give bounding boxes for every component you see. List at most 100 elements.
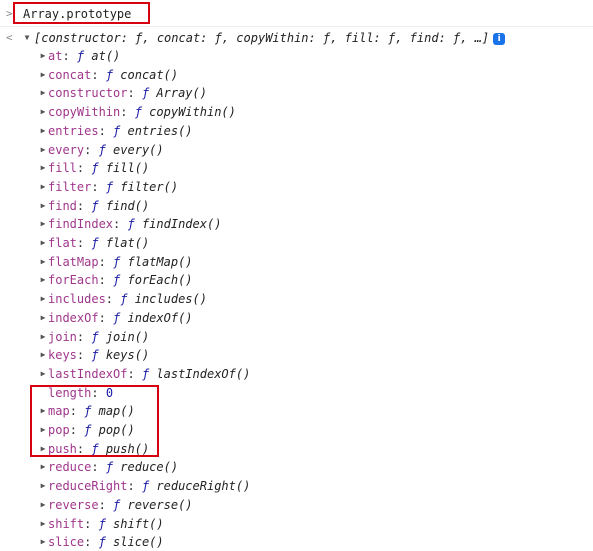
property-row-constructor[interactable]: ▶ constructor: ƒ Array() — [38, 84, 207, 102]
property-value: Array() — [156, 86, 207, 101]
property-row-entries[interactable]: ▶ entries: ƒ entries() — [38, 122, 193, 140]
function-symbol: ƒ — [91, 236, 99, 250]
property-row-foreach[interactable]: ▶ forEach: ƒ forEach() — [38, 271, 193, 289]
property-key: lastIndexOf — [48, 366, 128, 381]
property-row-flatmap[interactable]: ▶ flatMap: ƒ flatMap() — [38, 253, 193, 271]
collapsed-triangle-icon[interactable]: ▶ — [38, 66, 48, 84]
property-colon: : — [76, 348, 92, 363]
collapsed-triangle-icon[interactable]: ▶ — [38, 234, 48, 252]
property-row-flat[interactable]: ▶ flat: ƒ flat() — [38, 234, 150, 252]
property-row-find[interactable]: ▶ find: ƒ find() — [38, 197, 150, 215]
collapsed-triangle-icon[interactable]: ▶ — [38, 178, 48, 196]
expanded-triangle-icon[interactable]: ▼ — [22, 29, 32, 47]
property-value: reduceRight() — [156, 479, 251, 494]
property-key: includes — [48, 292, 106, 307]
property-key: indexOf — [48, 310, 99, 325]
collapsed-triangle-icon[interactable]: ▶ — [38, 159, 48, 177]
property-key: at — [48, 49, 63, 63]
info-icon[interactable]: i — [493, 32, 506, 45]
property-value: concat() — [120, 67, 179, 82]
property-key: forEach — [48, 273, 99, 288]
collapsed-triangle-icon[interactable]: ▶ — [38, 365, 48, 383]
property-value: flat() — [105, 236, 150, 250]
collapsed-triangle-icon[interactable]: ▶ — [38, 103, 48, 121]
property-value: reduce() — [120, 460, 179, 475]
function-symbol: ƒ — [98, 516, 106, 531]
property-row-slice[interactable]: ▶ slice: ƒ slice() — [38, 533, 164, 551]
property-colon: : — [91, 67, 106, 82]
collapsed-triangle-icon[interactable]: ▶ — [38, 346, 48, 364]
property-row-reduceright[interactable]: ▶ reduceRight: ƒ reduceRight() — [38, 477, 251, 495]
property-key: join — [48, 329, 77, 344]
property-colon: : — [76, 236, 92, 250]
property-row-reduce[interactable]: ▶ reduce: ƒ reduce() — [38, 458, 179, 476]
property-value: findIndex() — [141, 217, 222, 232]
property-row-filter[interactable]: ▶ filter: ƒ filter() — [38, 178, 179, 196]
property-row-indexof[interactable]: ▶ indexOf: ƒ indexOf() — [38, 309, 193, 327]
result-arrow-icon: < — [6, 31, 13, 44]
property-colon: : — [76, 329, 92, 344]
function-symbol: ƒ — [113, 310, 121, 325]
property-value: forEach() — [127, 273, 193, 288]
property-value: every() — [113, 142, 164, 157]
highlight-box-properties — [30, 385, 159, 457]
property-value: entries() — [127, 123, 193, 138]
collapsed-triangle-icon[interactable]: ▶ — [38, 496, 48, 514]
property-value: join() — [105, 329, 150, 344]
property-key: reduceRight — [48, 479, 128, 494]
collapsed-triangle-icon[interactable]: ▶ — [38, 328, 48, 346]
property-colon: : — [91, 179, 106, 194]
collapsed-triangle-icon[interactable]: ▶ — [38, 458, 48, 476]
function-symbol: ƒ — [113, 497, 121, 512]
property-key: flatMap — [48, 254, 99, 269]
collapsed-triangle-icon[interactable]: ▶ — [38, 533, 48, 551]
property-colon: : — [127, 479, 142, 494]
collapsed-triangle-icon[interactable]: ▶ — [38, 141, 48, 159]
function-symbol: ƒ — [105, 179, 114, 194]
collapsed-triangle-icon[interactable]: ▶ — [38, 253, 48, 271]
property-key: entries — [48, 123, 99, 138]
collapsed-triangle-icon[interactable]: ▶ — [38, 271, 48, 289]
property-row-every[interactable]: ▶ every: ƒ every() — [38, 141, 164, 159]
function-symbol: ƒ — [113, 123, 121, 138]
function-symbol: ƒ — [91, 348, 99, 363]
property-colon: : — [98, 497, 114, 512]
collapsed-triangle-icon[interactable]: ▶ — [38, 84, 48, 102]
property-key: keys — [48, 348, 77, 363]
collapsed-triangle-icon[interactable]: ▶ — [38, 215, 48, 233]
property-row-keys[interactable]: ▶ keys: ƒ keys() — [38, 346, 150, 364]
collapsed-triangle-icon[interactable]: ▶ — [38, 477, 48, 495]
property-row-reverse[interactable]: ▶ reverse: ƒ reverse() — [38, 496, 193, 514]
property-colon: : — [84, 516, 99, 531]
collapsed-triangle-icon[interactable]: ▶ — [38, 515, 48, 533]
property-key: shift — [48, 516, 85, 531]
function-symbol: ƒ — [91, 198, 99, 213]
property-key: copyWithin — [48, 105, 121, 120]
property-row-copywithin[interactable]: ▶ copyWithin: ƒ copyWithin() — [38, 103, 236, 121]
function-symbol: ƒ — [76, 49, 85, 63]
property-value: flatMap() — [127, 254, 193, 269]
property-colon: : — [84, 535, 99, 550]
collapsed-triangle-icon[interactable]: ▶ — [38, 309, 48, 327]
property-value: at() — [91, 49, 121, 63]
property-colon: : — [98, 273, 114, 288]
collapsed-triangle-icon[interactable]: ▶ — [38, 47, 48, 65]
property-value: keys() — [105, 348, 150, 363]
property-row-lastindexof[interactable]: ▶ lastIndexOf: ƒ lastIndexOf() — [38, 365, 251, 383]
property-colon: : — [105, 292, 121, 307]
property-row-shift[interactable]: ▶ shift: ƒ shift() — [38, 515, 164, 533]
property-key: fill — [48, 161, 77, 176]
property-row-at[interactable]: ▶ at: ƒ at() — [38, 47, 121, 65]
property-row-findindex[interactable]: ▶ findIndex: ƒ findIndex() — [38, 215, 222, 233]
collapsed-triangle-icon[interactable]: ▶ — [38, 290, 48, 308]
property-row-join[interactable]: ▶ join: ƒ join() — [38, 328, 150, 346]
property-key: concat — [48, 67, 92, 82]
property-row-includes[interactable]: ▶ includes: ƒ includes() — [38, 290, 207, 308]
function-symbol: ƒ — [141, 366, 150, 381]
function-symbol: ƒ — [113, 273, 121, 288]
property-row-concat[interactable]: ▶ concat: ƒ concat() — [38, 66, 179, 84]
collapsed-triangle-icon[interactable]: ▶ — [38, 197, 48, 215]
property-colon: : — [113, 217, 128, 232]
collapsed-triangle-icon[interactable]: ▶ — [38, 122, 48, 140]
property-row-fill[interactable]: ▶ fill: ƒ fill() — [38, 159, 150, 177]
